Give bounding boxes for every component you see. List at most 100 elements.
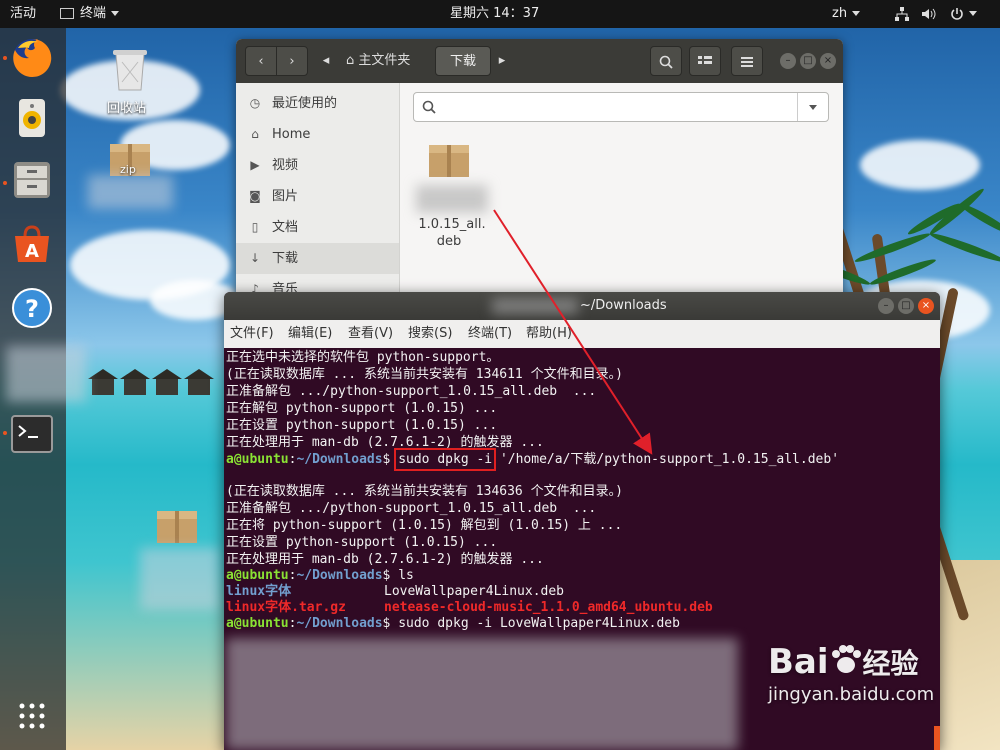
chevron-down-icon — [809, 105, 817, 110]
prompt-user: a@ubuntu — [226, 568, 289, 583]
deb-file-item[interactable]: 1.0.15_all. deb — [414, 139, 488, 254]
sidebar-item-pictures[interactable]: ◙ 图片 — [236, 181, 399, 212]
close-button[interactable]: × — [918, 298, 934, 314]
prompt-path: ~/Downloads — [296, 452, 383, 467]
files-icon[interactable] — [10, 158, 54, 202]
top-bar: 活动 终端 星期六 14：37 zh — [0, 0, 1000, 28]
maximize-button[interactable]: □ — [800, 53, 816, 69]
prompt-path: ~/Downloads — [296, 616, 383, 631]
terminal-title: ~/Downloads — [580, 298, 667, 313]
sidebar-item-recent[interactable]: ◷ 最近使用的 — [236, 88, 399, 119]
prompt-user: a@ubuntu — [226, 616, 289, 631]
sidebar-item-label: 文档 — [272, 220, 299, 235]
help-icon[interactable]: ? — [10, 286, 54, 330]
video-icon: ▶ — [250, 158, 260, 172]
command-args: '/home/a/下载/python-support_1.0.15_all.de… — [492, 452, 840, 467]
app-menu-label: 终端 — [80, 6, 107, 21]
clock[interactable]: 星期六 14：37 — [450, 0, 539, 28]
path-right-icon[interactable]: ▸ — [494, 46, 510, 76]
app-menu-button[interactable]: 终端 — [60, 0, 120, 28]
sidebar-item-label: 视频 — [272, 158, 299, 173]
volume-icon[interactable] — [921, 0, 937, 28]
path-home-button[interactable]: ⌂ 主文件夹 — [336, 46, 432, 76]
close-button[interactable]: × — [820, 53, 836, 69]
command-text: ls — [398, 568, 414, 583]
network-icon[interactable] — [895, 0, 909, 28]
scroll-indicator[interactable] — [934, 726, 940, 750]
menu-search[interactable]: 搜索(S) — [408, 320, 452, 348]
input-method-button[interactable]: zh — [832, 0, 861, 28]
back-button[interactable]: ‹ — [245, 46, 277, 76]
maximize-button[interactable]: □ — [898, 298, 914, 314]
command-line: a@ubuntu:~/Downloads$ sudo dpkg -i '/hom… — [226, 448, 840, 471]
path-current-button[interactable]: 下载 — [435, 46, 491, 76]
output-line: 正在选中未选择的软件包 python-support。 — [226, 350, 500, 365]
svg-text:?: ? — [25, 295, 39, 323]
ls-archive: linux字体.tar.gz — [226, 600, 346, 615]
file-name-line2: deb — [436, 234, 462, 249]
minimize-button[interactable]: – — [878, 298, 894, 314]
trash-desktop-icon[interactable] — [108, 44, 152, 94]
file-name-line1: 1.0.15_all. — [418, 217, 486, 232]
search-icon — [659, 55, 673, 69]
path-home-label: 主文件夹 — [358, 53, 411, 68]
search-field[interactable] — [413, 92, 829, 122]
sidebar-item-downloads[interactable]: ↓ 下载 — [236, 243, 399, 274]
activities-button[interactable]: 活动 — [10, 0, 36, 28]
menu-file[interactable]: 文件(F) — [230, 320, 274, 348]
blurred-filename — [140, 548, 220, 610]
trash-label: 回收站 — [107, 101, 147, 116]
ls-file: LoveWallpaper4Linux.deb — [384, 584, 565, 599]
view-toggle-button[interactable] — [689, 46, 721, 76]
output-line: (正在读取数据库 ... 系统当前共安装有 134636 个文件和目录。) — [226, 484, 623, 499]
highlighted-command: sudo dpkg -i — [394, 448, 497, 471]
chevron-down-icon — [969, 11, 977, 16]
blurred-filename — [416, 185, 488, 213]
menu-edit[interactable]: 编辑(E) — [288, 320, 332, 348]
hamburger-icon — [741, 56, 753, 67]
sidebar-item-label: Home — [272, 127, 311, 142]
software-icon[interactable]: A — [10, 222, 54, 266]
home-icon: ⌂ — [346, 53, 355, 68]
menu-help[interactable]: 帮助(H) — [526, 320, 572, 348]
search-button[interactable] — [650, 46, 682, 76]
watermark-url: jingyan.baidu.com — [768, 684, 935, 705]
power-icon — [951, 7, 963, 20]
show-applications-icon[interactable] — [12, 696, 52, 736]
command-text: sudo dpkg -i LoveWallpaper4Linux.deb — [398, 616, 680, 631]
system-menu-button[interactable] — [950, 0, 977, 28]
terminal-icon[interactable] — [10, 412, 54, 456]
chevron-down-icon — [111, 11, 120, 16]
chevron-down-icon — [852, 11, 861, 16]
sidebar-item-home[interactable]: ⌂ Home — [236, 119, 399, 150]
file-manager-headerbar: ‹ › ◂ ⌂ 主文件夹 下载 ▸ – □ × — [236, 39, 843, 83]
search-icon — [422, 100, 436, 114]
minimize-button[interactable]: – — [780, 53, 796, 69]
forward-button[interactable]: › — [276, 46, 308, 76]
menu-button[interactable] — [731, 46, 763, 76]
terminal-small-icon — [60, 8, 74, 19]
output-line: 正在解包 python-support (1.0.15) ... — [226, 401, 498, 416]
menu-terminal[interactable]: 终端(T) — [468, 320, 512, 348]
sidebar-item-documents[interactable]: ▯ 文档 — [236, 212, 399, 243]
output-line: 正准备解包 .../python-support_1.0.15_all.deb … — [226, 501, 597, 516]
home-icon: ⌂ — [251, 127, 259, 141]
output-line: 正在设置 python-support (1.0.15) ... — [226, 535, 498, 550]
path-left-icon[interactable]: ◂ — [318, 46, 334, 76]
sidebar-item-label: 图片 — [272, 189, 299, 204]
terminal-titlebar: ~/Downloads – □ × — [224, 292, 940, 320]
search-options-button[interactable] — [797, 93, 828, 121]
output-line: 正在处理用于 man-db (2.7.6.1-2) 的触发器 ... — [226, 435, 544, 450]
watermark-brand: Bai — [768, 642, 829, 682]
firefox-icon[interactable] — [10, 36, 54, 80]
sidebar-item-videos[interactable]: ▶ 视频 — [236, 150, 399, 181]
blurred-username — [492, 298, 578, 314]
rhythmbox-icon[interactable] — [10, 96, 54, 140]
dock: A ? — [0, 28, 86, 750]
prompt-user: a@ubuntu — [226, 452, 289, 467]
command-line: a@ubuntu:~/Downloads$ sudo dpkg -i LoveW… — [226, 616, 680, 631]
list-view-icon — [698, 55, 712, 64]
terminal-menubar: 文件(F) 编辑(E) 查看(V) 搜索(S) 终端(T) 帮助(H) — [224, 320, 940, 348]
deb-desktop-icon[interactable] — [155, 507, 199, 547]
menu-view[interactable]: 查看(V) — [348, 320, 393, 348]
